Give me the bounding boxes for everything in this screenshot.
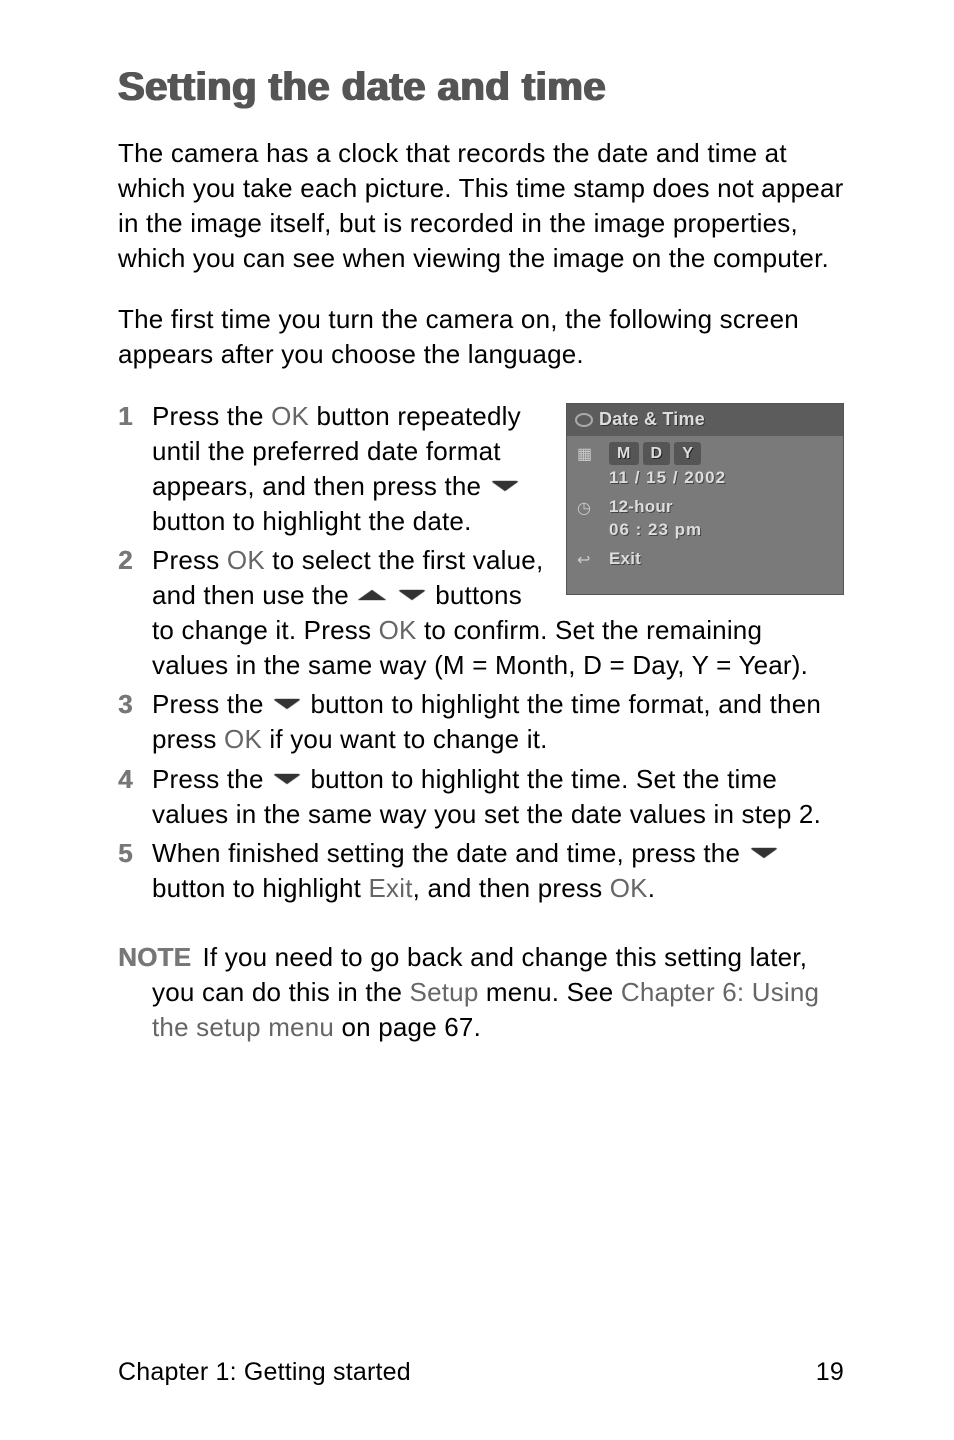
- down-arrow-icon: [750, 848, 778, 858]
- step-3: 3 Press the button to highlight the time…: [118, 687, 844, 757]
- note-label: NOTE: [118, 942, 191, 972]
- step-2: 2 Press OK to select the first value, an…: [118, 543, 844, 683]
- intro-para-2: The first time you turn the camera on, t…: [118, 302, 844, 372]
- ok-button-ref: OK: [271, 401, 309, 431]
- note-paragraph: NOTE If you need to go back and change t…: [118, 940, 844, 1045]
- ok-button-ref: OK: [227, 545, 265, 575]
- footer-page-number: 19: [816, 1356, 844, 1390]
- page-footer: Chapter 1: Getting started 19: [118, 1356, 844, 1390]
- down-arrow-icon: [398, 590, 426, 600]
- step-4: 4 Press the button to highlight the time…: [118, 762, 844, 832]
- exit-ref: Exit: [369, 873, 413, 903]
- footer-chapter: Chapter 1: Getting started: [118, 1356, 411, 1390]
- setup-ref: Setup: [410, 977, 479, 1007]
- down-arrow-icon: [273, 774, 301, 784]
- down-arrow-icon: [491, 481, 519, 491]
- steps-list: 1 Press the OK button repeatedly until t…: [118, 399, 844, 906]
- ok-button-ref: OK: [610, 873, 648, 903]
- intro-para-1: The camera has a clock that records the …: [118, 136, 844, 276]
- step-1: 1 Press the OK button repeatedly until t…: [118, 399, 844, 539]
- up-arrow-icon: [358, 590, 386, 600]
- page-title: Setting the date and time: [118, 60, 844, 114]
- down-arrow-icon: [273, 699, 301, 709]
- ok-button-ref: OK: [379, 615, 417, 645]
- step-5: 5 When finished setting the date and tim…: [118, 836, 844, 906]
- ok-button-ref: OK: [224, 724, 262, 754]
